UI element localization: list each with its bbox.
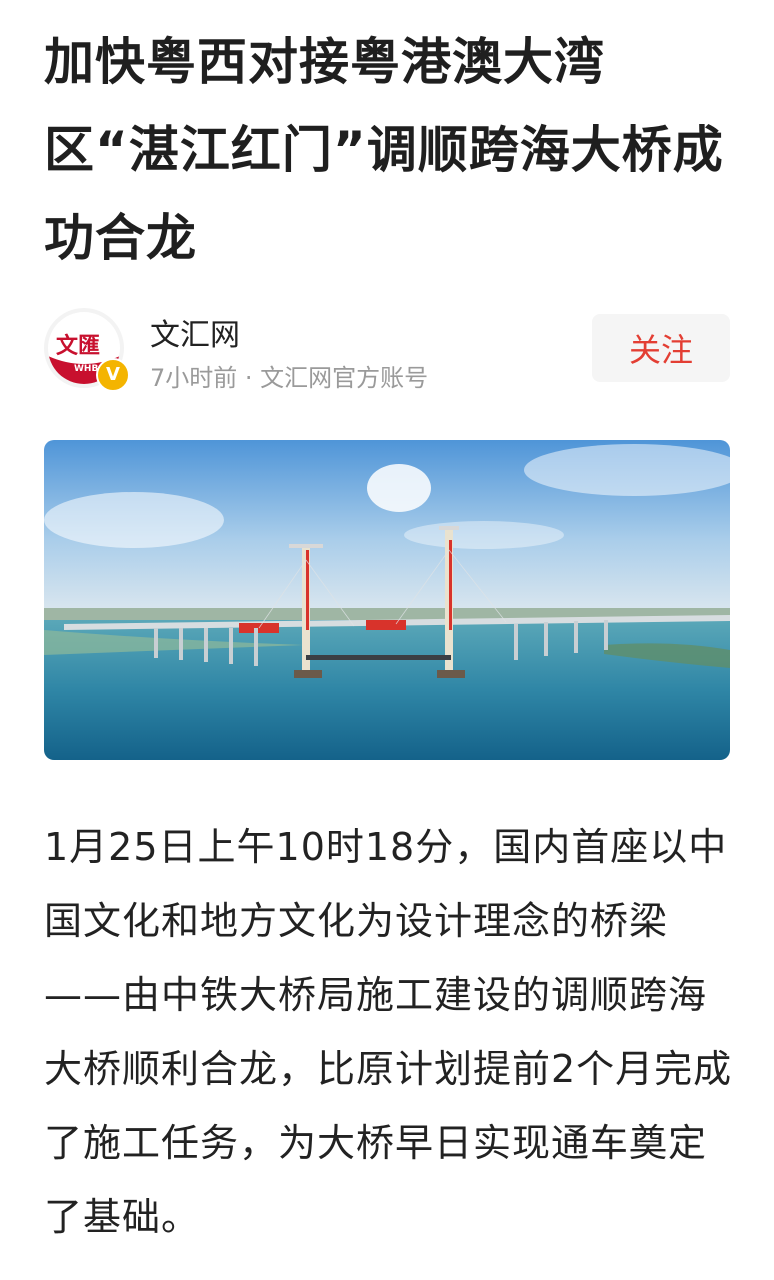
article-title: 加快粤西对接粤港澳大湾区“湛江红门”调顺跨海大桥成功合龙: [44, 33, 724, 267]
follow-button[interactable]: 关注: [592, 314, 730, 382]
article-image[interactable]: [44, 440, 730, 760]
article-body: 1月25日上午10时18分，国内首座以中国文化和地方文化为设计理念的桥梁——由中…: [44, 825, 733, 1239]
verified-v-icon: V: [96, 358, 130, 392]
bridge-photo: [44, 440, 730, 760]
avatar-logo-subtext: WHB: [74, 364, 99, 374]
avatar-logo-text: 文匯: [56, 333, 101, 359]
author-row: 文匯 WHB V 文汇网 7小时前 · 文汇网官方账号 关注: [44, 308, 730, 392]
author-meta: 7小时前 · 文汇网官方账号: [150, 364, 429, 392]
author-name[interactable]: 文汇网: [150, 310, 240, 354]
avatar[interactable]: 文匯 WHB V: [44, 308, 130, 392]
